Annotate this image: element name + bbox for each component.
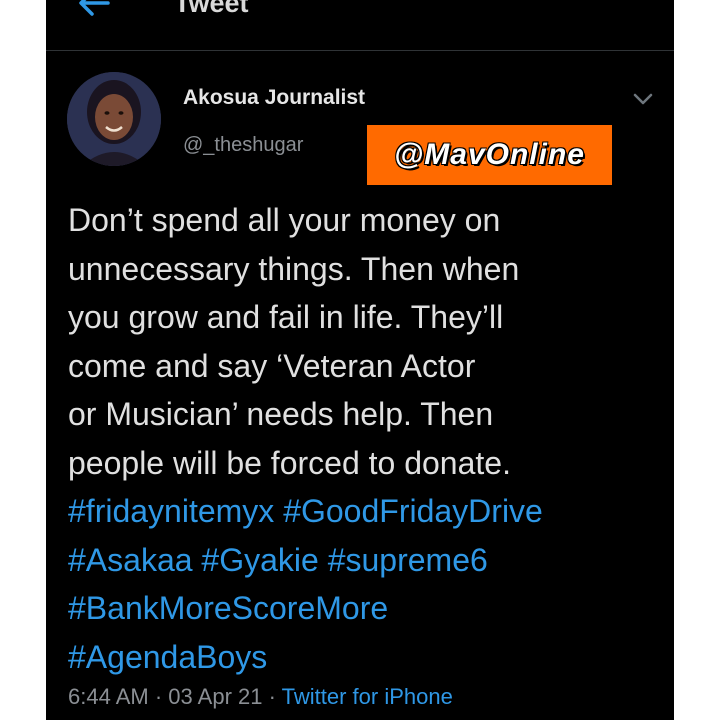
avatar[interactable] <box>67 72 161 166</box>
top-bar: Tweet <box>46 0 674 51</box>
tweet-source-link[interactable]: Twitter for iPhone <box>282 684 453 709</box>
hashtag-line: #AgendaBoys <box>68 633 668 682</box>
hashtag-line: #BankMoreScoreMore <box>68 584 668 633</box>
hashtag-link[interactable]: #fridaynitemyx <box>68 493 274 529</box>
watermark-banner: @MavOnline <box>367 125 612 185</box>
tweet-text-line: come and say ‘Veteran Actor <box>68 347 476 384</box>
tweet-text-line: you grow and fail in life. They’ll <box>68 299 504 335</box>
page-title: Tweet <box>174 0 249 18</box>
author-handle[interactable]: @_theshugar <box>183 134 303 157</box>
hashtag-link[interactable]: #GoodFridayDrive <box>283 493 543 529</box>
author-name[interactable]: Akosua Journalist <box>183 86 365 110</box>
hashtag-link[interactable]: #Asakaa <box>68 542 193 578</box>
meta-separator: · <box>154 684 163 709</box>
tweet-text-line: people will be forced to donate. <box>68 444 511 481</box>
tweet-time: 6:44 AM <box>68 684 149 709</box>
tweet-screen: Tweet Akosua Journalist @_theshugar @Mav… <box>46 0 674 720</box>
tweet-date: 03 Apr 21 <box>168 684 263 709</box>
tweet-text-line: unnecessary things. Then when <box>68 250 520 287</box>
hashtag-link[interactable]: #AgendaBoys <box>68 639 267 675</box>
hashtag-line: #fridaynitemyx #GoodFridayDrive <box>68 487 668 536</box>
hashtag-line: #Asakaa #Gyakie #supreme6 <box>68 536 668 585</box>
hashtag-block: #fridaynitemyx #GoodFridayDrive #Asakaa … <box>68 487 668 681</box>
tweet-text: Don’t spend all your money on unnecessar… <box>68 196 668 487</box>
tweet-meta: 6:44 AM · 03 Apr 21 · Twitter for iPhone <box>68 684 453 710</box>
hashtag-link[interactable]: #Gyakie <box>201 542 318 578</box>
chevron-down-icon[interactable] <box>632 90 654 108</box>
profile-photo-icon <box>67 72 161 166</box>
tweet-text-line: Don’t spend all your money on <box>68 202 501 238</box>
hashtag-link[interactable]: #BankMoreScoreMore <box>68 590 388 626</box>
meta-separator: · <box>268 684 276 709</box>
hashtag-link[interactable]: #supreme6 <box>328 542 488 578</box>
back-arrow-icon[interactable] <box>76 0 112 18</box>
tweet-text-line: or Musician’ needs help. Then <box>68 396 494 432</box>
